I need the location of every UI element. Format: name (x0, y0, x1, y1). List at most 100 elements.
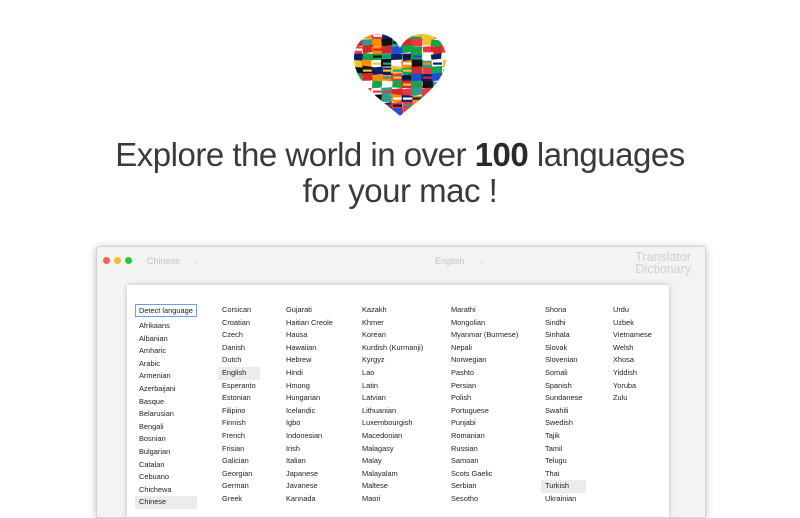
language-option[interactable]: Croatian (218, 317, 260, 330)
language-option[interactable]: Tamil (541, 443, 586, 456)
language-option[interactable]: Basque (135, 396, 197, 409)
language-option[interactable]: Luxembourgish (358, 417, 427, 430)
language-option[interactable]: Lao (358, 367, 427, 380)
language-option[interactable]: Irish (282, 443, 337, 456)
language-option[interactable]: Amharic (135, 345, 197, 358)
language-option[interactable]: Welsh (609, 342, 656, 355)
language-option[interactable]: Zulu (609, 392, 656, 405)
language-option[interactable]: Hausa (282, 329, 337, 342)
language-option[interactable]: Sinhala (541, 329, 586, 342)
language-option[interactable]: Igbo (282, 417, 337, 430)
language-option[interactable]: Spanish (541, 380, 586, 393)
language-option[interactable]: Kannada (282, 493, 337, 506)
language-option[interactable]: Latvian (358, 392, 427, 405)
language-option[interactable]: Marathi (447, 304, 522, 317)
language-option[interactable]: Somali (541, 367, 586, 380)
language-option[interactable]: Filipino (218, 405, 260, 418)
language-option[interactable]: Yoruba (609, 380, 656, 393)
language-option[interactable]: Malagasy (358, 443, 427, 456)
language-option[interactable]: Xhosa (609, 354, 656, 367)
language-option[interactable]: Turkish (541, 480, 587, 493)
language-option[interactable]: Malayalam (358, 468, 427, 481)
language-option[interactable]: Swahili (541, 405, 586, 418)
language-option[interactable]: Afrikaans (135, 320, 197, 333)
language-option[interactable]: Japanese (282, 468, 337, 481)
language-option[interactable]: Mongolian (447, 317, 522, 330)
language-option[interactable]: Catalan (135, 459, 197, 472)
language-option[interactable]: Bosnian (135, 433, 197, 446)
language-option[interactable]: French (218, 430, 260, 443)
language-option[interactable]: Danish (218, 342, 260, 355)
language-option[interactable]: Hebrew (282, 354, 337, 367)
language-option[interactable]: Indonesian (282, 430, 337, 443)
language-option[interactable]: Slovak (541, 342, 586, 355)
language-option[interactable]: Sundanese (541, 392, 586, 405)
language-option[interactable]: Estonian (218, 392, 260, 405)
language-option[interactable]: Hungarian (282, 392, 337, 405)
language-option[interactable]: Serbian (447, 480, 522, 493)
language-option[interactable]: Kyrgyz (358, 354, 427, 367)
language-option[interactable]: Esperanto (218, 380, 260, 393)
language-option[interactable]: Armenian (135, 370, 197, 383)
language-option[interactable]: Chichewa (135, 484, 197, 497)
language-option[interactable]: Maori (358, 493, 427, 506)
target-language-select[interactable]: English ⌄ (435, 256, 484, 266)
language-option[interactable]: Azerbaijani (135, 383, 197, 396)
language-option[interactable]: Finnish (218, 417, 260, 430)
language-option[interactable]: Malay (358, 455, 427, 468)
language-option[interactable]: Maltese (358, 480, 427, 493)
detect-language-option[interactable]: Detect language (135, 304, 197, 317)
language-option[interactable]: Korean (358, 329, 427, 342)
language-option[interactable]: Javanese (282, 480, 337, 493)
language-option[interactable]: Vietnamese (609, 329, 656, 342)
source-language-select[interactable]: Chinese ⌄ (147, 256, 200, 266)
language-option[interactable]: Georgian (218, 468, 260, 481)
language-option[interactable]: Thai (541, 468, 586, 481)
language-option[interactable]: Czech (218, 329, 260, 342)
language-option[interactable]: Hmong (282, 380, 337, 393)
language-option[interactable]: Bengali (135, 421, 197, 434)
language-option[interactable]: Albanian (135, 333, 197, 346)
language-option[interactable]: Bulgarian (135, 446, 197, 459)
language-option[interactable]: Arabic (135, 358, 197, 371)
language-option[interactable]: Telugu (541, 455, 586, 468)
language-option[interactable]: Cebuano (135, 471, 197, 484)
language-option[interactable]: German (218, 480, 260, 493)
language-option[interactable]: Khmer (358, 317, 427, 330)
language-option[interactable]: Nepali (447, 342, 522, 355)
language-option[interactable]: Galician (218, 455, 260, 468)
language-option[interactable]: Myanmar (Burmese) (447, 329, 522, 342)
language-option[interactable]: Slovenian (541, 354, 586, 367)
language-option[interactable]: Portuguese (447, 405, 522, 418)
language-option[interactable]: Ukrainian (541, 493, 586, 506)
language-option[interactable]: Urdu (609, 304, 656, 317)
language-option[interactable]: Shona (541, 304, 586, 317)
language-option[interactable]: Dutch (218, 354, 260, 367)
language-option[interactable]: Frisian (218, 443, 260, 456)
language-option[interactable]: English (218, 366, 260, 380)
language-option[interactable]: Corsican (218, 304, 260, 317)
language-option[interactable]: Icelandic (282, 405, 337, 418)
language-option[interactable]: Polish (447, 392, 522, 405)
language-option[interactable]: Lithuanian (358, 405, 427, 418)
language-option[interactable]: Samoan (447, 455, 522, 468)
language-option[interactable]: Macedonian (358, 430, 427, 443)
close-button[interactable] (103, 257, 110, 264)
language-option[interactable]: Sindhi (541, 317, 586, 330)
language-option[interactable]: Sesotho (447, 493, 522, 506)
language-option[interactable]: Uzbek (609, 317, 656, 330)
language-option[interactable]: Latin (358, 380, 427, 393)
language-option[interactable]: Gujarati (282, 304, 337, 317)
language-option[interactable]: Swedish (541, 417, 586, 430)
language-option[interactable]: Yiddish (609, 367, 656, 380)
language-option[interactable]: Hawaiian (282, 342, 337, 355)
language-option[interactable]: Hindi (282, 367, 337, 380)
language-option[interactable]: Haitian Creole (282, 317, 337, 330)
language-option[interactable]: Russian (447, 443, 522, 456)
language-option[interactable]: Romanian (447, 430, 522, 443)
language-option[interactable]: Italian (282, 455, 337, 468)
language-option[interactable]: Scots Gaelic (447, 468, 522, 481)
language-option[interactable]: Belarusian (135, 408, 197, 421)
language-option[interactable]: Pashto (447, 367, 522, 380)
minimize-button[interactable] (114, 257, 121, 264)
